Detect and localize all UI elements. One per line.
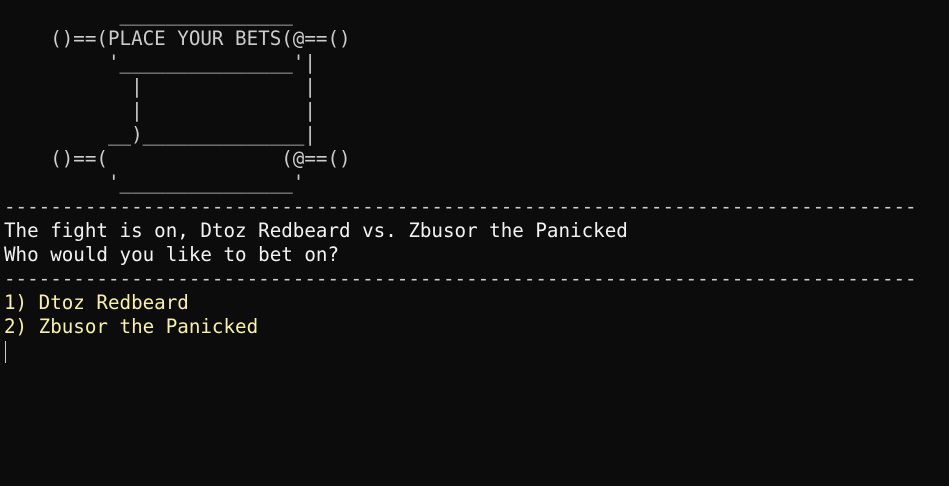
option-zbusor-the-panicked[interactable]: 2) Zbusor the Panicked (4, 315, 949, 339)
banner-line: __)______________| (4, 123, 316, 146)
divider-bottom: ----------------------------------------… (4, 267, 917, 290)
banner-line: '_______________'| (4, 51, 316, 74)
banner-line: ()==( (@==() (4, 147, 351, 170)
terminal-window[interactable]: _______________ ()==(PLACE YOUR BETS(@==… (0, 0, 949, 486)
text-cursor (5, 341, 6, 363)
option-dtoz-redbeard[interactable]: 1) Dtoz Redbeard (4, 291, 949, 315)
banner-line: | | (4, 75, 316, 98)
input-line[interactable] (4, 339, 949, 363)
bet-prompt: Who would you like to bet on? (4, 243, 340, 266)
banner-line: _______________ (4, 3, 293, 26)
banner-line: '_______________' (4, 171, 305, 194)
fight-message: The fight is on, Dtoz Redbeard vs. Zbuso… (4, 219, 628, 242)
banner-line: ()==(PLACE YOUR BETS(@==() (4, 27, 351, 50)
divider-top: ----------------------------------------… (4, 195, 917, 218)
banner-line: | | (4, 99, 316, 122)
place-your-bets-banner: _______________ ()==(PLACE YOUR BETS(@==… (4, 3, 949, 195)
